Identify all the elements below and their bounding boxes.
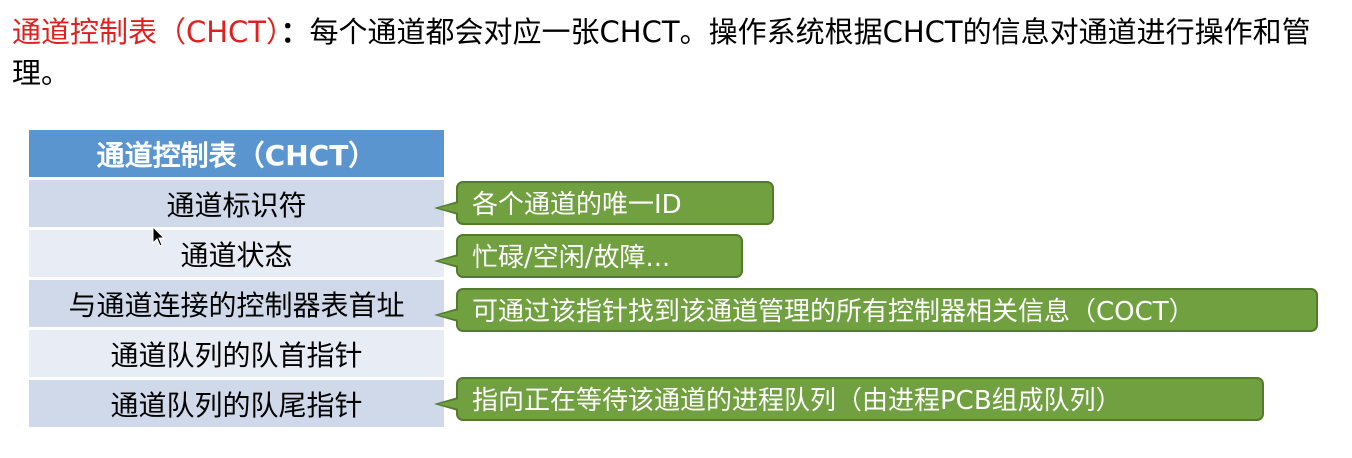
callout-queue-tail: 指向正在等待该通道的进程队列（由进程PCB组成队列） <box>434 377 1264 421</box>
callout-channel-status: 忙碌/空闲/故障... <box>434 234 743 278</box>
table-row-channel-status: 通道状态 <box>29 230 444 277</box>
table-row-channel-id: 通道标识符 <box>29 180 444 227</box>
chct-table: 通道控制表（CHCT） 通道标识符 通道状态 与通道连接的控制器表首址 通道队列… <box>29 130 444 430</box>
table-row-controller-table-address: 与通道连接的控制器表首址 <box>29 280 444 327</box>
callout-channel-id: 各个通道的唯一ID <box>434 181 774 225</box>
table-header: 通道控制表（CHCT） <box>29 130 444 177</box>
intro-colon: ： <box>280 15 310 49</box>
table-row-queue-head-pointer: 通道队列的队首指针 <box>29 330 444 377</box>
intro-term: 通道控制表（CHCT） <box>12 15 281 49</box>
table-row-queue-tail-pointer: 通道队列的队尾指针 <box>29 380 444 427</box>
callout-controller-table: 可通过该指针找到该通道管理的所有控制器相关信息（COCT） <box>434 288 1318 332</box>
intro-paragraph: 通道控制表（CHCT）：每个通道都会对应一张CHCT。操作系统根据CHCT的信息… <box>12 12 1342 94</box>
mouse-cursor-icon <box>152 226 166 247</box>
